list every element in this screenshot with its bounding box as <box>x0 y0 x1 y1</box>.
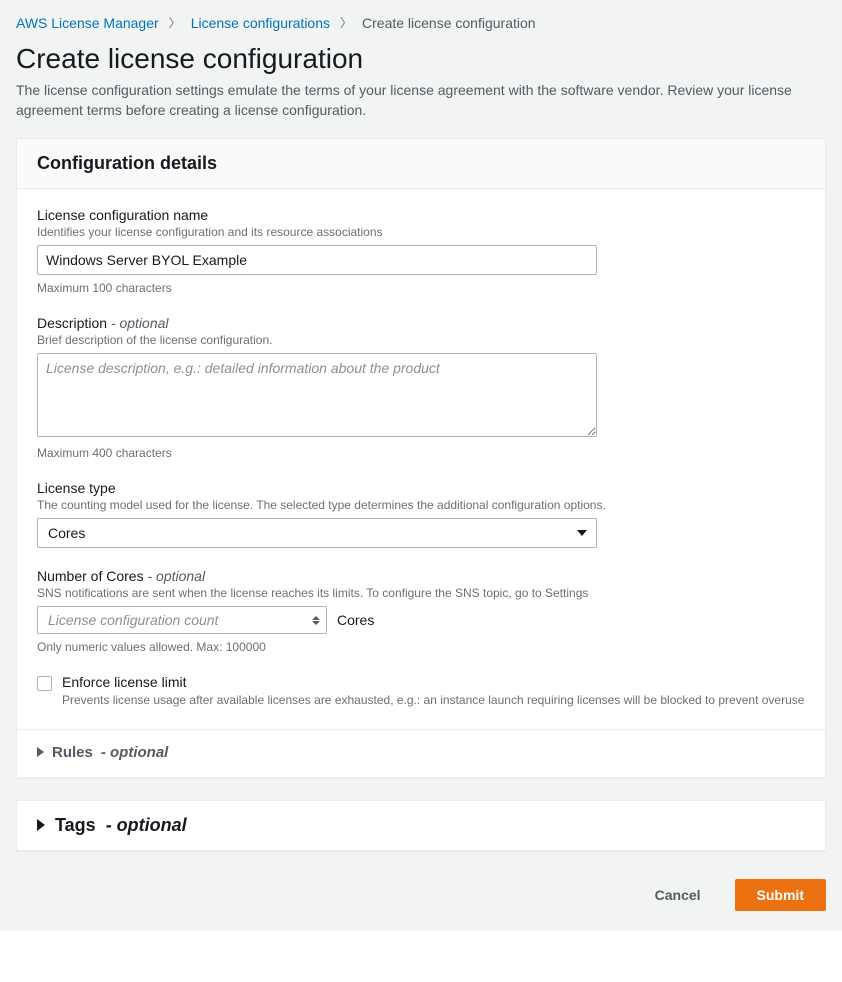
page-description: The license configuration settings emula… <box>16 81 826 120</box>
description-textarea[interactable] <box>37 353 597 437</box>
chevron-right-icon: 〉 <box>340 14 352 31</box>
description-constraint: Maximum 400 characters <box>37 446 805 460</box>
license-name-hint: Identifies your license configuration an… <box>37 225 805 239</box>
cores-constraint: Only numeric values allowed. Max: 100000 <box>37 640 805 654</box>
license-type-select[interactable]: Cores <box>37 518 597 548</box>
license-type-hint: The counting model used for the license.… <box>37 498 805 512</box>
tags-panel: Tags - optional <box>16 800 826 851</box>
field-enforce-limit: Enforce license limit Prevents license u… <box>37 674 805 709</box>
tags-label: Tags <box>55 815 96 836</box>
license-name-label: License configuration name <box>37 207 805 223</box>
cores-placeholder: License configuration count <box>48 612 218 628</box>
field-license-type: License type The counting model used for… <box>37 480 805 548</box>
license-name-constraint: Maximum 100 characters <box>37 281 805 295</box>
license-name-input[interactable] <box>37 245 597 275</box>
cancel-button[interactable]: Cancel <box>635 879 721 911</box>
cores-optional: - optional <box>147 568 205 584</box>
configuration-details-panel: Configuration details License configurat… <box>16 138 826 778</box>
caret-right-icon <box>37 819 45 831</box>
cores-unit: Cores <box>337 612 374 628</box>
license-type-selected-value: Cores <box>37 518 597 548</box>
breadcrumb-parent-link[interactable]: License configurations <box>191 15 330 31</box>
field-number-cores: Number of Cores - optional SNS notificat… <box>37 568 805 654</box>
enforce-limit-label: Enforce license limit <box>62 674 804 690</box>
enforce-limit-checkbox[interactable] <box>37 676 52 691</box>
tags-expander[interactable]: Tags - optional <box>37 815 805 836</box>
page-title: Create license configuration <box>16 43 826 75</box>
number-stepper-icon[interactable] <box>312 616 320 625</box>
description-label: Description <box>37 315 107 331</box>
license-type-label: License type <box>37 480 805 496</box>
breadcrumb-root-link[interactable]: AWS License Manager <box>16 15 159 31</box>
submit-button[interactable]: Submit <box>735 879 826 911</box>
field-description: Description - optional Brief description… <box>37 315 805 460</box>
cores-hint: SNS notifications are sent when the lice… <box>37 586 805 600</box>
rules-label: Rules <box>52 744 93 761</box>
rules-optional: - optional <box>101 744 169 761</box>
cores-label: Number of Cores <box>37 568 144 584</box>
description-optional: - optional <box>111 315 169 331</box>
cores-number-input[interactable]: License configuration count <box>37 606 327 634</box>
breadcrumb-current: Create license configuration <box>362 15 536 31</box>
breadcrumb: AWS License Manager 〉 License configurat… <box>16 14 826 43</box>
rules-expander[interactable]: Rules - optional <box>37 744 805 761</box>
enforce-limit-desc: Prevents license usage after available l… <box>62 692 804 709</box>
caret-down-icon <box>577 530 587 536</box>
caret-right-icon <box>37 747 44 757</box>
description-hint: Brief description of the license configu… <box>37 333 805 347</box>
form-actions: Cancel Submit <box>16 873 826 911</box>
panel-title: Configuration details <box>37 153 805 174</box>
tags-optional: - optional <box>106 815 187 836</box>
field-license-name: License configuration name Identifies yo… <box>37 207 805 295</box>
chevron-right-icon: 〉 <box>169 14 181 31</box>
